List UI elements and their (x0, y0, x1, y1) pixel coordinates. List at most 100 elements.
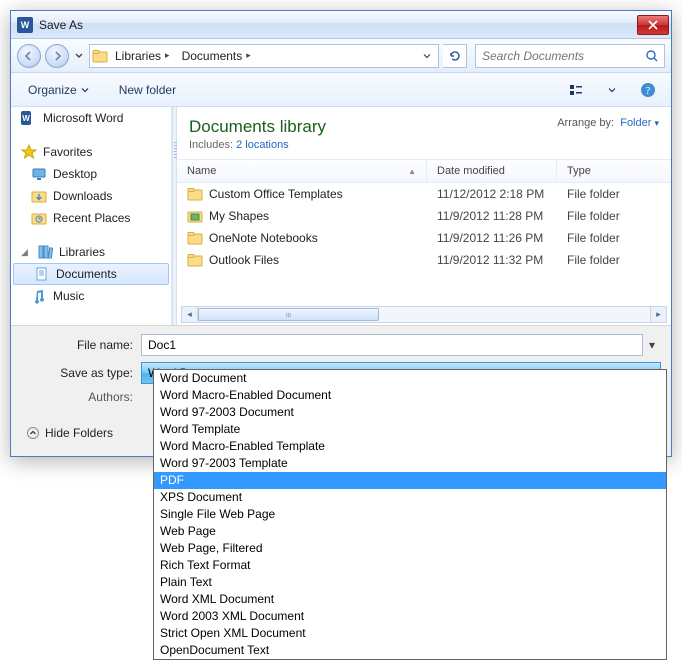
search-icon (644, 48, 660, 64)
chevron-up-icon (27, 427, 39, 439)
navigation-bar: Libraries ▸ Documents ▸ (11, 39, 671, 73)
savetype-option[interactable]: Word XML Document (154, 591, 666, 608)
file-name: Outlook Files (209, 253, 279, 267)
address-bar[interactable]: Libraries ▸ Documents ▸ (89, 44, 439, 68)
breadcrumb-label: Libraries (115, 49, 161, 63)
help-button[interactable]: ? (635, 77, 661, 103)
close-button[interactable] (637, 15, 669, 35)
file-date: 11/9/2012 11:32 PM (427, 253, 557, 267)
view-options-button[interactable] (563, 77, 589, 103)
word-icon: W (21, 110, 37, 126)
savetype-option[interactable]: Single File Web Page (154, 506, 666, 523)
chevron-down-icon (608, 86, 616, 94)
savetype-option[interactable]: Plain Text (154, 574, 666, 591)
breadcrumb-libraries[interactable]: Libraries ▸ (108, 45, 175, 67)
savetype-option[interactable]: Word Template (154, 421, 666, 438)
savetype-option[interactable]: Web Page (154, 523, 666, 540)
sidebar-item-music[interactable]: Music (11, 285, 171, 307)
sidebar-item-documents[interactable]: Documents (13, 263, 169, 285)
horizontal-scrollbar[interactable]: ◂ ▸ (181, 306, 667, 323)
file-type: File folder (557, 231, 671, 245)
includes-label: Includes: (189, 139, 233, 151)
savetype-option[interactable]: Word 97-2003 Document (154, 404, 666, 421)
search-input[interactable] (480, 48, 644, 64)
history-dropdown[interactable] (73, 47, 85, 65)
breadcrumb-label: Documents (182, 49, 243, 63)
scroll-thumb[interactable] (198, 308, 379, 321)
filename-input[interactable] (141, 334, 643, 356)
file-row[interactable]: My Shapes 11/9/2012 11:28 PMFile folder (177, 205, 671, 227)
savetype-option[interactable]: XPS Document (154, 489, 666, 506)
hide-folders-button[interactable]: Hide Folders (21, 422, 119, 444)
file-list-pane: Documents library Includes: 2 locations … (177, 107, 671, 325)
sidebar-item-downloads[interactable]: Downloads (11, 185, 171, 207)
file-name: My Shapes (209, 209, 269, 223)
col-name[interactable]: Name▲ (177, 160, 427, 182)
breadcrumb-documents[interactable]: Documents ▸ (175, 45, 256, 67)
library-subtitle: Includes: 2 locations (189, 139, 326, 151)
splitter[interactable] (172, 107, 177, 325)
savetype-option[interactable]: Word Macro-Enabled Document (154, 387, 666, 404)
filename-dropdown[interactable]: ▾ (643, 338, 661, 352)
recent-icon (31, 210, 47, 226)
savetype-option[interactable]: Word Document (154, 370, 666, 387)
view-dropdown[interactable] (605, 77, 619, 103)
sidebar-item-word[interactable]: W Microsoft Word (11, 107, 171, 129)
filename-label: File name: (21, 338, 141, 352)
savetype-option[interactable]: Strict Open XML Document (154, 625, 666, 642)
arrow-right-icon (51, 50, 63, 62)
arrange-label: Arrange by: (557, 117, 614, 129)
scroll-right-button[interactable]: ▸ (650, 306, 667, 323)
expander-icon[interactable]: ◢ (21, 247, 31, 258)
titlebar: W Save As (11, 11, 671, 39)
savetype-option[interactable]: Rich Text Format (154, 557, 666, 574)
scroll-track[interactable] (198, 306, 650, 323)
file-row[interactable]: Custom Office Templates 11/12/2012 2:18 P… (177, 183, 671, 205)
chevron-down-icon (75, 52, 83, 60)
svg-text:?: ? (646, 85, 651, 97)
file-date: 11/12/2012 2:18 PM (427, 187, 557, 201)
layout-icon (568, 82, 584, 98)
savetype-option[interactable]: OpenDocument Text (154, 642, 666, 659)
sidebar-group-libraries[interactable]: ◢ Libraries (11, 241, 171, 263)
file-date: 11/9/2012 11:28 PM (427, 209, 557, 223)
libraries-icon (37, 244, 53, 260)
forward-button[interactable] (45, 44, 69, 68)
file-name: Custom Office Templates (209, 187, 343, 201)
sidebar-group-favorites[interactable]: Favorites (11, 141, 171, 163)
search-box[interactable] (475, 44, 665, 68)
col-type[interactable]: Type (557, 160, 671, 182)
file-name: OneNote Notebooks (209, 231, 318, 245)
savetype-option[interactable]: Word 2003 XML Document (154, 608, 666, 625)
hide-folders-label: Hide Folders (45, 426, 113, 440)
col-date[interactable]: Date modified (427, 160, 557, 182)
savetype-option[interactable]: PDF (154, 472, 666, 489)
back-button[interactable] (17, 44, 41, 68)
savetype-option[interactable]: Word 97-2003 Template (154, 455, 666, 472)
savetype-dropdown-list[interactable]: Word DocumentWord Macro-Enabled Document… (153, 369, 667, 660)
scroll-left-button[interactable]: ◂ (181, 306, 198, 323)
arrange-by[interactable]: Arrange by: Folder ▾ (557, 117, 659, 129)
music-icon (31, 288, 47, 304)
address-dropdown[interactable] (418, 45, 436, 67)
file-type: File folder (557, 209, 671, 223)
refresh-button[interactable] (443, 44, 467, 68)
folder-icon (187, 186, 203, 202)
sidebar-item-recent[interactable]: Recent Places (11, 207, 171, 229)
file-rows: Custom Office Templates 11/12/2012 2:18 P… (177, 183, 671, 271)
organize-label: Organize (28, 83, 77, 97)
file-row[interactable]: OneNote Notebooks11/9/2012 11:26 PMFile … (177, 227, 671, 249)
sidebar-item-desktop[interactable]: Desktop (11, 163, 171, 185)
chevron-right-icon: ▸ (246, 50, 251, 61)
folder-icon (187, 208, 203, 224)
file-type: File folder (557, 253, 671, 267)
savetype-option[interactable]: Word Macro-Enabled Template (154, 438, 666, 455)
savetype-option[interactable]: Web Page, Filtered (154, 540, 666, 557)
organize-button[interactable]: Organize (21, 77, 96, 103)
locations-link[interactable]: 2 locations (236, 139, 289, 151)
dialog-body: W Microsoft Word Favorites Desktop Downl… (11, 107, 671, 325)
window-title: Save As (39, 18, 83, 32)
column-headers: Name▲ Date modified Type (177, 159, 671, 183)
new-folder-button[interactable]: New folder (112, 77, 183, 103)
file-row[interactable]: Outlook Files 11/9/2012 11:32 PMFile fold… (177, 249, 671, 271)
